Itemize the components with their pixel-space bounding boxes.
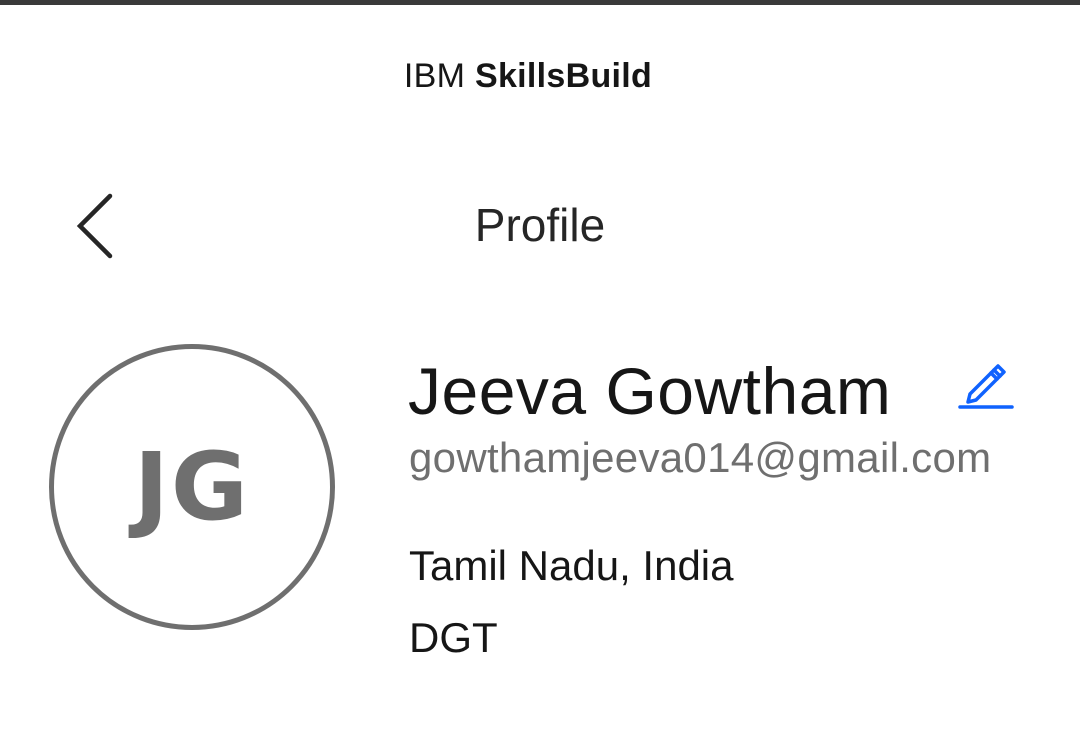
avatar: JG [49, 344, 335, 630]
user-organization: DGT [409, 614, 498, 661]
page-title: Profile [474, 199, 606, 251]
brand-product-text: SkillsBuild [474, 57, 653, 95]
avatar-initials: JG [133, 432, 251, 542]
user-location: Tamil Nadu, India [409, 542, 734, 589]
pencil-edit-icon [958, 364, 1014, 409]
edit-profile-button[interactable] [956, 356, 1016, 410]
brand-logo: IBM SkillsBuild [0, 56, 1056, 96]
user-name: Jeeva Gowtham [408, 354, 892, 428]
user-email: gowthamjeeva014@gmail.com [409, 434, 992, 481]
top-border [0, 0, 1080, 5]
brand-ibm-text: IBM [403, 57, 466, 95]
